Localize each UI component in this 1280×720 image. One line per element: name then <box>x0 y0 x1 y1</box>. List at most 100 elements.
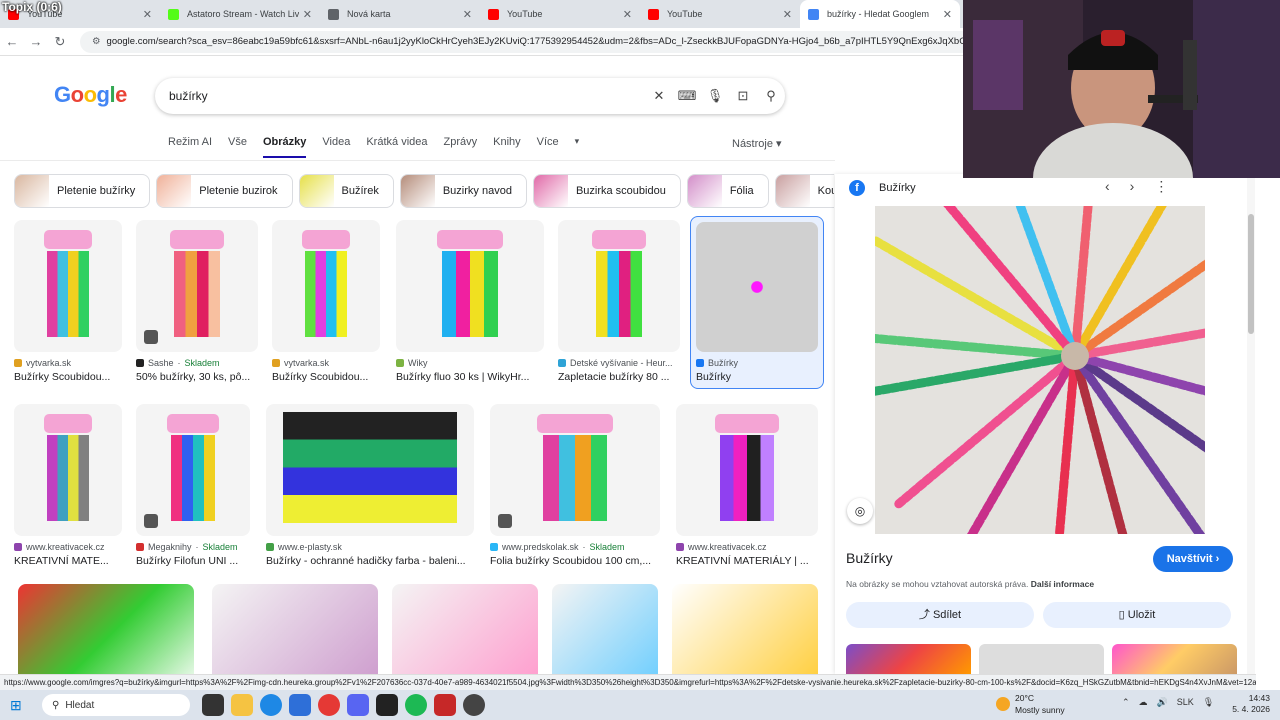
result-source[interactable]: www.kreativacek.cz <box>14 542 122 552</box>
lens-search-icon[interactable]: ◎ <box>847 498 873 524</box>
search-tab[interactable]: Obrázky <box>262 136 307 158</box>
network-icon[interactable]: ☁ <box>1139 697 1148 708</box>
lens-icon[interactable]: ⊡ <box>729 88 757 104</box>
microphone-icon[interactable]: 🎙 <box>701 88 729 104</box>
image-result[interactable] <box>392 584 538 674</box>
browser-tab[interactable]: YouTube ✕ <box>480 0 640 28</box>
file-explorer-icon[interactable] <box>231 694 253 716</box>
related-search-chip[interactable]: Buzirky navod <box>399 174 527 208</box>
result-source[interactable]: www.predskolak.sk · Skladem <box>490 542 660 552</box>
close-tab-icon[interactable]: ✕ <box>623 8 632 21</box>
related-thumb[interactable] <box>979 644 1104 674</box>
site-info-icon[interactable]: ⚙ <box>92 36 101 47</box>
result-thumbnail[interactable] <box>392 584 538 674</box>
result-thumbnail[interactable] <box>18 584 194 674</box>
back-icon[interactable]: ← <box>0 34 24 49</box>
weather-widget[interactable]: 20°C Mostly sunny <box>996 692 1065 716</box>
image-result[interactable]: www.e-plasty.sk Bužírky - ochranné hadič… <box>266 404 474 567</box>
image-result[interactable]: www.kreativacek.cz KREATIVNÍ MATERIÁLY |… <box>676 404 818 567</box>
result-source[interactable]: Bužírky <box>696 358 818 368</box>
search-tab[interactable]: Krátká videa <box>366 136 427 158</box>
spotify-icon[interactable] <box>405 694 427 716</box>
app-icon[interactable] <box>434 694 456 716</box>
image-result[interactable] <box>552 584 658 674</box>
image-result[interactable]: Sashe · Skladem 50% bužírky, 30 ks, pô..… <box>136 220 258 383</box>
result-thumbnail[interactable] <box>266 404 474 536</box>
capcut-icon[interactable] <box>376 694 398 716</box>
related-search-chip[interactable]: Pletenie bužírky <box>14 174 151 208</box>
store-icon[interactable] <box>289 694 311 716</box>
related-search-chip[interactable]: Pletenie buzirok <box>156 174 293 208</box>
related-search-chip[interactable]: Buzirka scoubidou <box>532 174 681 208</box>
image-result[interactable]: www.predskolak.sk · Skladem Folia bužírk… <box>490 404 660 567</box>
result-thumbnail[interactable] <box>558 220 680 352</box>
scrollbar-thumb[interactable] <box>1248 214 1254 334</box>
more-options-icon[interactable]: ⋮ <box>1154 178 1168 195</box>
edge-icon[interactable] <box>260 694 282 716</box>
chevron-up-icon[interactable]: ⌃ <box>1122 697 1130 708</box>
share-button[interactable]: ⤴ Sdílet <box>846 602 1034 628</box>
result-caption[interactable]: KREATIVNÍ MATERIÁLY | ... <box>676 555 818 567</box>
volume-icon[interactable]: 🔊 <box>1157 697 1168 708</box>
search-tab[interactable]: Více <box>537 136 559 158</box>
result-caption[interactable]: Bužírky Scoubidou... <box>14 371 122 383</box>
result-thumbnail[interactable] <box>676 404 818 536</box>
search-tab[interactable]: Zprávy <box>444 136 478 158</box>
visit-button[interactable]: Navštívit › <box>1153 546 1233 572</box>
chrome-icon[interactable] <box>318 694 340 716</box>
windows-start-icon[interactable]: ⊞ <box>10 697 34 714</box>
image-result[interactable] <box>212 584 378 674</box>
result-caption[interactable]: Bužírky - ochranné hadičky farba - balen… <box>266 555 474 567</box>
result-caption[interactable]: Bužírky Scoubidou... <box>272 371 380 383</box>
search-tab[interactable]: Videa <box>322 136 350 158</box>
search-input[interactable]: bužírky <box>169 89 645 103</box>
related-thumb[interactable] <box>846 644 971 674</box>
preview-image[interactable] <box>875 206 1205 534</box>
search-box[interactable]: bužírky ✕ ⌨ 🎙 ⊡ ⚲ <box>155 78 785 114</box>
mic-icon[interactable]: 🎙 <box>1203 697 1214 708</box>
panel-site-name[interactable]: Bužírky <box>879 182 916 194</box>
result-caption[interactable]: Bužírky Filofun UNI ... <box>136 555 250 567</box>
search-tab[interactable]: Režim AI <box>168 136 212 158</box>
result-source[interactable]: vytvarka.sk <box>14 358 122 368</box>
keyboard-icon[interactable]: ⌨ <box>673 88 701 104</box>
image-result[interactable] <box>18 584 194 674</box>
result-thumbnail[interactable] <box>490 404 660 536</box>
image-result[interactable]: www.kreativacek.cz KREATIVNÍ MATE... <box>14 404 122 567</box>
clear-icon[interactable]: ✕ <box>645 88 673 104</box>
image-result[interactable]: Wiky Bužírky fluo 30 ks | WikyHr... <box>396 220 544 383</box>
obs-icon[interactable] <box>463 694 485 716</box>
result-source[interactable]: Detské vyšívanie - Heur... <box>558 358 680 368</box>
result-thumbnail[interactable] <box>136 220 258 352</box>
google-logo[interactable]: Google <box>54 82 127 108</box>
taskbar-clock[interactable]: 14:43 5. 4. 2026 <box>1218 693 1270 715</box>
result-thumbnail[interactable] <box>696 222 818 352</box>
panel-scrollbar[interactable] <box>1247 174 1255 674</box>
result-source[interactable]: Sashe · Skladem <box>136 358 258 368</box>
related-search-chip[interactable]: Bužírek <box>298 174 394 208</box>
image-result[interactable]: Detské vyšívanie - Heur... Zapletacie bu… <box>558 220 680 383</box>
close-tab-icon[interactable]: ✕ <box>783 8 792 21</box>
browser-tab[interactable]: Nová karta ✕ <box>320 0 480 28</box>
search-tab[interactable]: Knihy <box>493 136 521 158</box>
result-caption[interactable]: Bužírky fluo 30 ks | WikyHr... <box>396 371 544 383</box>
close-tab-icon[interactable]: ✕ <box>143 8 152 21</box>
reload-icon[interactable]: ↻ <box>48 34 72 50</box>
browser-tab[interactable]: Astatoro Stream - Watch Live o ✕ <box>160 0 320 28</box>
forward-icon[interactable]: → <box>24 34 48 49</box>
search-tab[interactable]: Vše <box>228 136 247 158</box>
taskbar-search[interactable]: ⚲ Hledat <box>42 694 190 716</box>
image-result[interactable]: Megaknihy · Skladem Bužírky Filofun UNI … <box>136 404 250 567</box>
result-thumbnail[interactable] <box>212 584 378 674</box>
result-thumbnail[interactable] <box>136 404 250 536</box>
result-thumbnail[interactable] <box>272 220 380 352</box>
related-thumb[interactable] <box>1112 644 1237 674</box>
image-result[interactable] <box>672 584 818 674</box>
tools-menu[interactable]: Nástroje ▾ <box>732 137 782 150</box>
browser-tab[interactable]: YouTube ✕ <box>640 0 800 28</box>
save-button[interactable]: ▯ Uložit <box>1043 602 1231 628</box>
result-caption[interactable]: Bužírky <box>696 371 818 383</box>
close-tab-icon[interactable]: ✕ <box>943 8 952 21</box>
task-view-icon[interactable] <box>202 694 224 716</box>
result-source[interactable]: www.kreativacek.cz <box>676 542 818 552</box>
